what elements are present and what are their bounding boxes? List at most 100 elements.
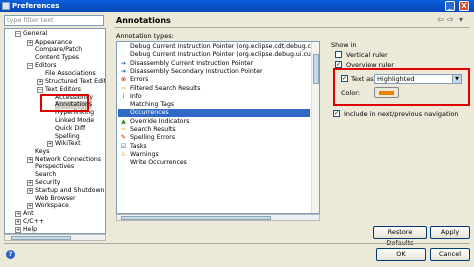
tree-item[interactable]: Search (35, 171, 56, 179)
annotation-type-label: Warnings (130, 150, 159, 158)
text-as-checkbox[interactable]: ✓ (341, 75, 348, 82)
expand-icon[interactable]: + (47, 141, 53, 147)
tree-item[interactable]: + C/C++ (15, 218, 44, 226)
color-picker-button[interactable] (374, 87, 399, 98)
minimize-button[interactable]: _ (445, 1, 455, 11)
tree-item-label: Content Types (35, 54, 80, 61)
tree-item[interactable]: − Editors (27, 62, 57, 70)
list-horizontal-scrollbar[interactable] (116, 214, 320, 221)
expand-icon[interactable]: + (27, 180, 33, 186)
tree-item-label: Compare/Patch (35, 46, 83, 53)
annotation-type-item[interactable]: ➜ Disassembly Current Instruction Pointer (118, 60, 310, 68)
annotation-type-item[interactable]: Matching Tags (118, 101, 310, 109)
annotation-type-item[interactable]: Debug Current Instruction Pointer (org.e… (118, 51, 319, 59)
expand-icon[interactable]: + (15, 219, 21, 225)
tree-item[interactable]: File Associations (45, 70, 96, 78)
back-arrow-icon[interactable]: ⇦ (437, 15, 444, 24)
tree-item-label: Keys (35, 148, 50, 155)
annotation-types-label: Annotation types: (116, 32, 174, 40)
tree-item-label: Help (23, 226, 38, 233)
expand-icon[interactable]: + (27, 203, 33, 209)
filter-input[interactable]: type filter text (4, 15, 104, 26)
tree-item[interactable]: Compare/Patch (35, 46, 82, 54)
expand-icon[interactable]: + (15, 227, 21, 233)
collapse-icon[interactable]: − (27, 63, 33, 69)
annotation-type-item[interactable]: ⚠ Warnings (118, 151, 310, 159)
annotation-type-item[interactable]: Occurrences (118, 109, 310, 118)
annotation-type-icon: ⊗ (120, 76, 127, 84)
annotation-type-item[interactable]: ⇨ Search Results (118, 126, 310, 134)
list-vertical-scrollbar[interactable] (311, 42, 319, 213)
text-as-label: Text as: (351, 75, 376, 83)
tree-item[interactable]: Perspectives (35, 163, 74, 171)
annotation-type-item[interactable]: ⇨ Filtered Search Results (118, 85, 310, 93)
tree-item-label: Workspace (35, 202, 69, 209)
annotation-type-icon: ⇨ (120, 84, 127, 92)
tree-item[interactable]: Keys (35, 148, 49, 156)
expand-icon[interactable]: + (15, 211, 21, 217)
tree-item[interactable]: + Security (27, 179, 61, 187)
tree-item-label: Spelling (55, 133, 80, 140)
annotation-type-label: Filtered Search Results (130, 84, 201, 92)
title-bar: Preferences _ X (0, 0, 474, 12)
annotation-type-icon: ⇨ (120, 126, 127, 133)
next-prev-navigation-checkbox[interactable]: ✓ (333, 110, 340, 117)
tree-item[interactable]: + Startup and Shutdown (27, 187, 104, 195)
expand-icon[interactable]: + (37, 79, 43, 85)
tree-item-label: General (23, 30, 48, 37)
tree-item[interactable]: Quick Diff (55, 125, 85, 133)
annotation-type-item[interactable]: ▲ Override Indicators (118, 118, 310, 126)
tree-item-label: Web Browser (35, 195, 76, 202)
tree-item-label: Editors (35, 62, 57, 69)
annotation-types-list: Debug Current Instruction Pointer (org.e… (116, 41, 320, 214)
collapse-icon[interactable]: − (37, 87, 43, 93)
cancel-button[interactable]: Cancel (430, 248, 470, 261)
apply-button[interactable]: Apply (430, 226, 470, 239)
annotation-type-icon: ☑ (120, 142, 127, 150)
view-menu-icon[interactable]: ▾ (459, 15, 463, 24)
color-label: Color: (341, 89, 361, 97)
tree-item[interactable]: + WikiText (47, 140, 81, 148)
close-button[interactable]: X (459, 1, 469, 11)
annotation-type-item[interactable]: ✎ Spelling Errors (118, 134, 310, 142)
vertical-ruler-checkbox[interactable] (335, 51, 342, 58)
tree-item[interactable]: + Workspace (27, 202, 69, 210)
annotation-type-item[interactable]: ☑ Tasks (118, 143, 310, 151)
tree-horizontal-scrollbar[interactable] (4, 234, 106, 241)
annotation-type-icon: ▲ (121, 117, 126, 125)
scroll-thumb[interactable] (121, 216, 271, 220)
scroll-thumb[interactable] (11, 236, 71, 240)
tree-item[interactable]: − Text Editors (37, 86, 81, 94)
collapse-icon[interactable]: − (15, 31, 21, 37)
annotation-type-item[interactable]: ⊗ Errors (118, 76, 310, 84)
annotation-type-item[interactable]: Debug Current Instruction Pointer (org.e… (118, 43, 319, 51)
expand-icon[interactable]: + (27, 188, 33, 194)
dropdown-arrow-icon[interactable]: ▼ (452, 75, 461, 83)
annotation-type-label: Write Occurrences (130, 159, 187, 167)
tree-item[interactable]: + Ant (15, 210, 34, 218)
annotation-type-item[interactable]: ➜ Disassembly Secondary Instruction Point… (118, 68, 310, 76)
forward-arrow-icon[interactable]: ⇨ (447, 15, 454, 24)
tree-item[interactable]: Content Types (35, 54, 79, 62)
text-as-dropdown[interactable]: Highlighted ▼ (374, 74, 462, 84)
annotation-type-item[interactable]: Write Occurrences (118, 159, 310, 167)
tree-item[interactable]: − General (15, 30, 48, 38)
annotation-type-icon: ➜ (120, 67, 127, 75)
expand-icon[interactable]: + (27, 40, 33, 46)
annotation-type-item[interactable]: i Info (118, 93, 310, 101)
page-title: Annotations (116, 16, 171, 25)
tree-item-label: Network Connections (35, 156, 102, 163)
restore-defaults-button[interactable]: Restore Defaults (373, 226, 427, 247)
overview-ruler-checkbox[interactable]: ✓ (335, 61, 342, 68)
expand-icon[interactable]: + (27, 157, 33, 163)
tree-item[interactable]: Linked Mode (55, 117, 94, 125)
scroll-thumb[interactable] (313, 54, 319, 84)
tree-item[interactable]: + Structured Text Editor (37, 78, 105, 86)
annotation-type-label: Debug Current Instruction Pointer (org.e… (130, 43, 320, 50)
tree-item[interactable]: + Help (15, 226, 38, 233)
tree-item-label: Security (35, 179, 61, 186)
tree-item-label: Ant (23, 210, 34, 217)
ok-button[interactable]: OK (376, 248, 426, 261)
help-icon[interactable]: ? (6, 250, 15, 259)
tree-highlight-frame (40, 94, 89, 112)
